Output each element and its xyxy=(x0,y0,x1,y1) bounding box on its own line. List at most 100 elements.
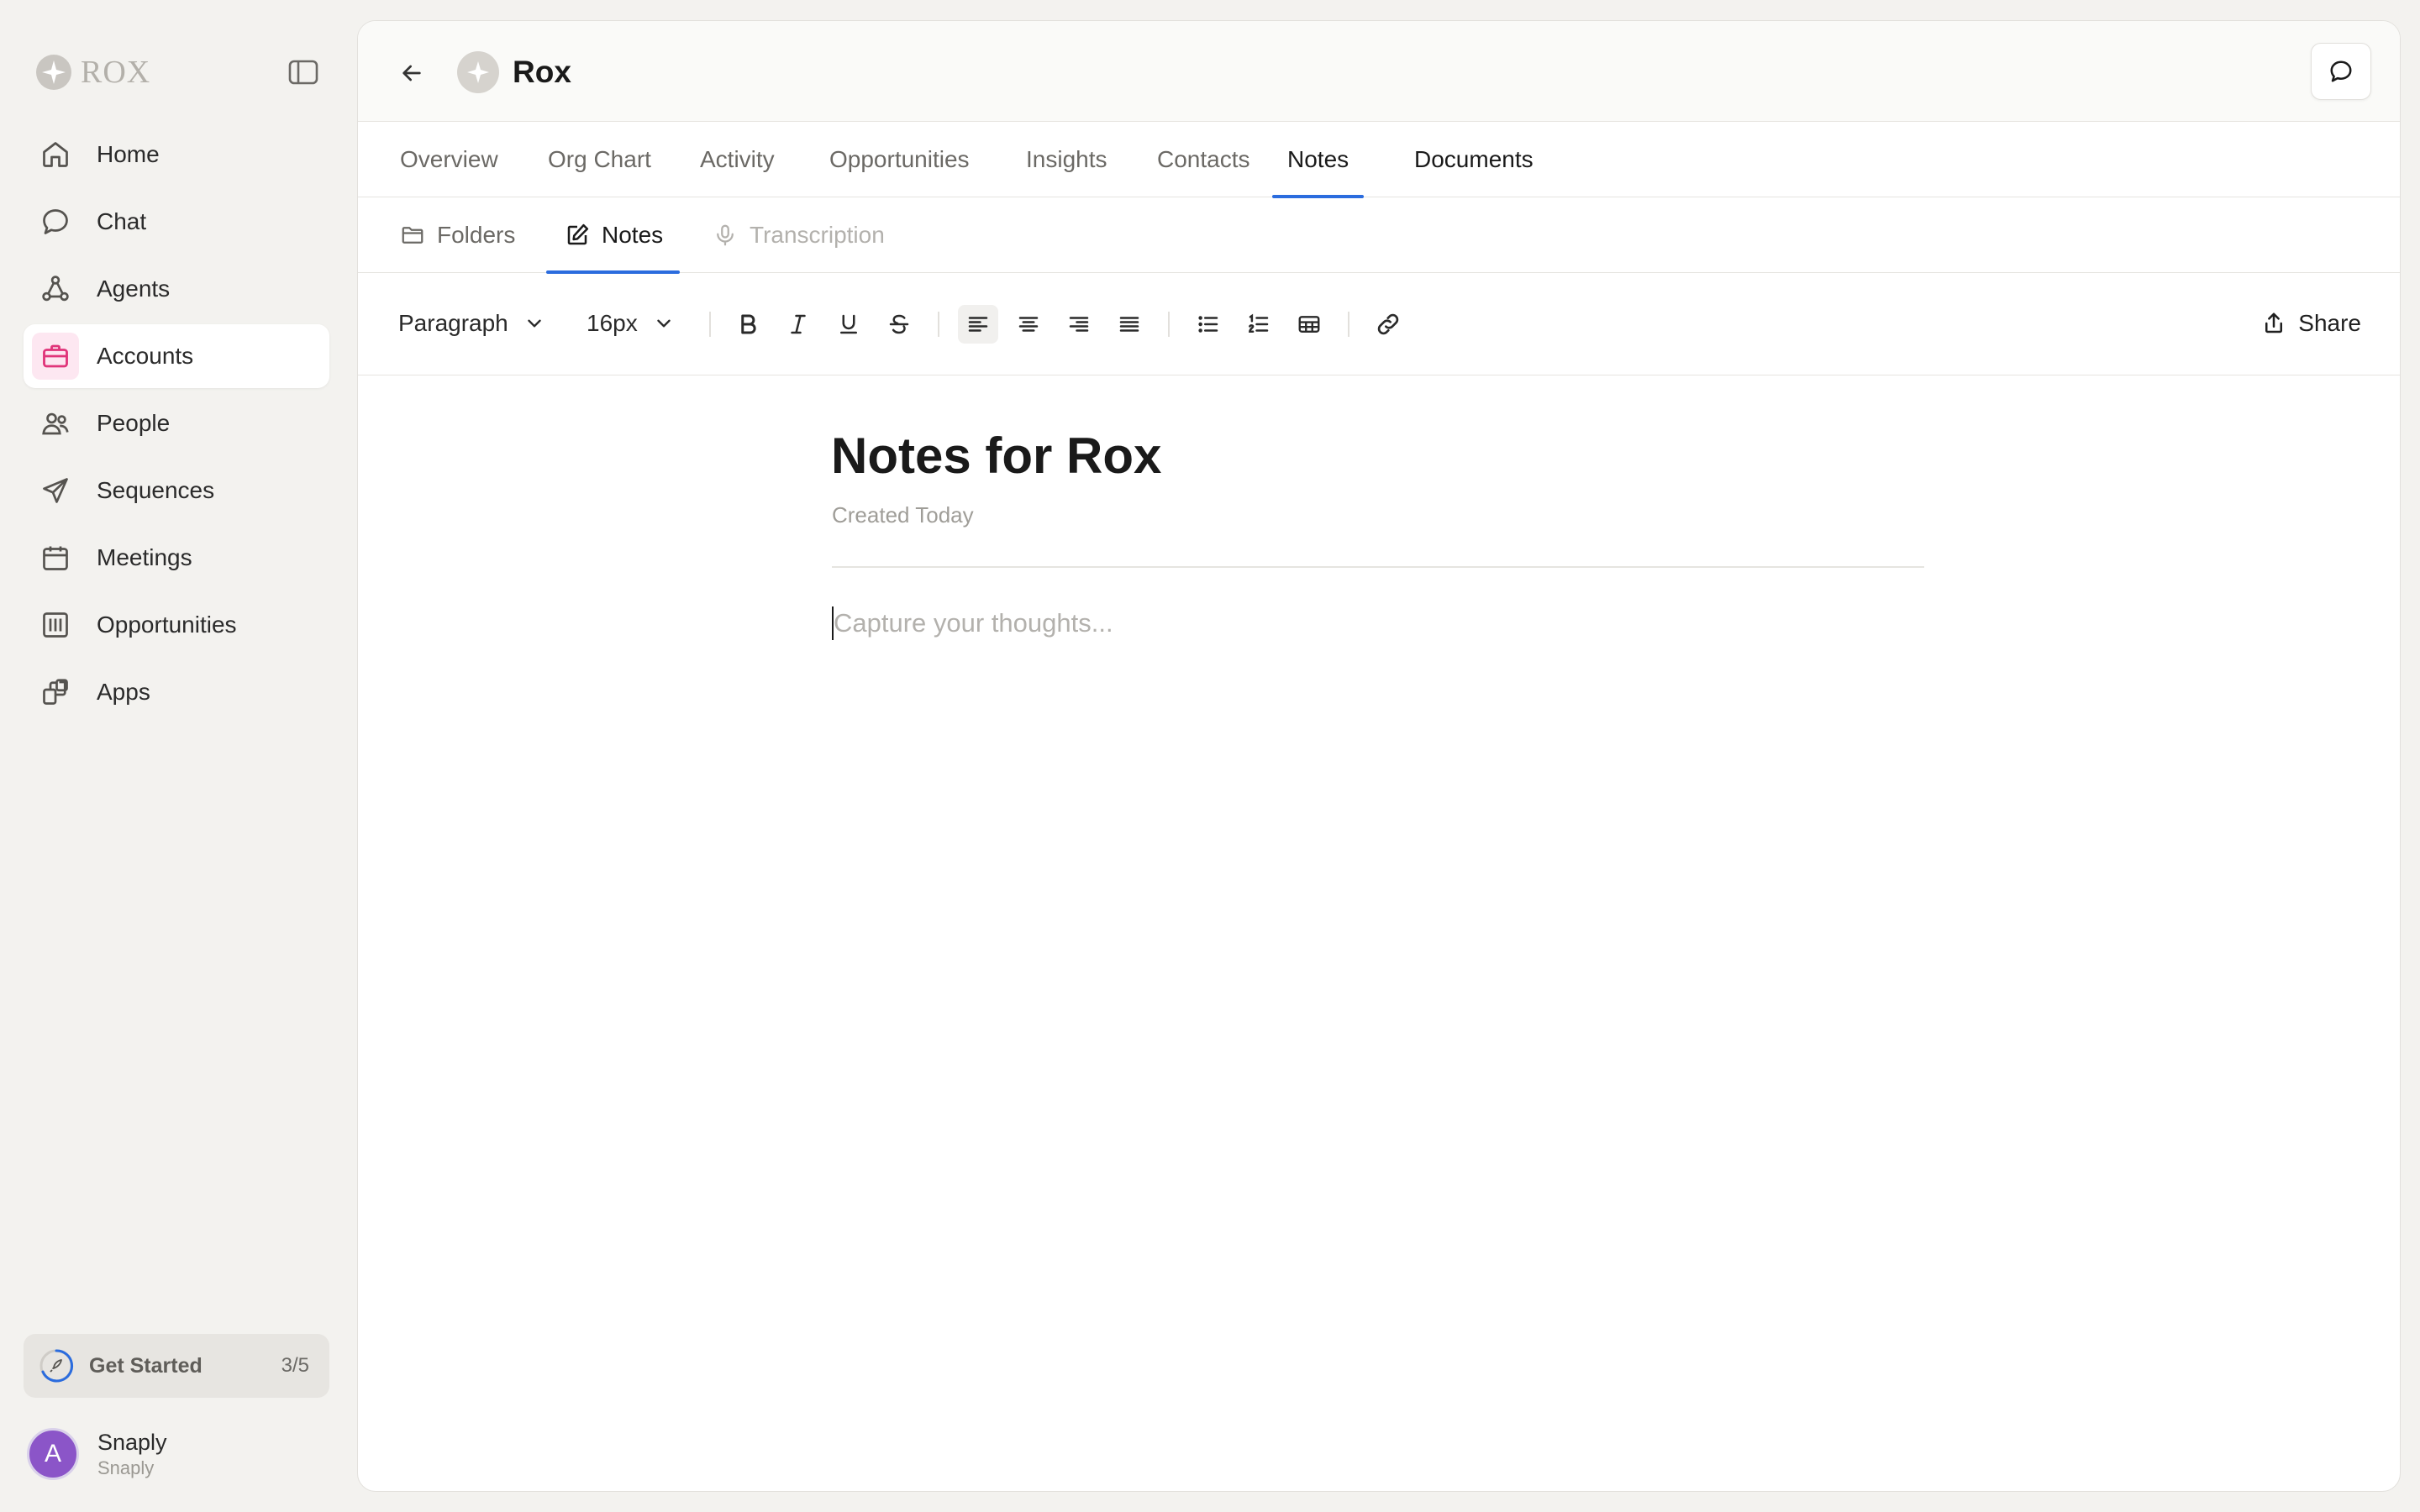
subtab-folders[interactable]: Folders xyxy=(400,197,515,273)
user-org: Snaply xyxy=(97,1457,155,1478)
table-button[interactable] xyxy=(1289,305,1329,344)
tab-activity[interactable]: Activity xyxy=(700,122,775,197)
sidebar-item-label: Home xyxy=(97,141,160,167)
font-size-value: 16px xyxy=(587,310,638,336)
tab-insights[interactable]: Insights xyxy=(1026,122,1107,197)
sidebar-item-people[interactable]: People xyxy=(24,391,329,455)
bold-icon xyxy=(735,312,760,337)
tab-org-chart[interactable]: Org Chart xyxy=(548,122,651,197)
calendar-icon xyxy=(39,541,72,575)
sidebar-item-label: Accounts xyxy=(97,343,194,369)
sidebar-toggle-icon xyxy=(288,60,318,85)
microphone-icon xyxy=(713,223,738,248)
toolbar-divider xyxy=(1348,312,1349,337)
strikethrough-button[interactable] xyxy=(879,305,919,344)
align-right-icon xyxy=(1066,312,1092,337)
tab-overview[interactable]: Overview xyxy=(400,122,498,197)
chat-bubble-icon xyxy=(2328,59,2354,84)
sidebar-item-label: Sequences xyxy=(97,477,215,503)
align-justify-button[interactable] xyxy=(1109,305,1150,344)
bold-button[interactable] xyxy=(728,305,768,344)
sidebar-item-label: Meetings xyxy=(97,544,192,570)
note-body-placeholder: Capture your thoughts... xyxy=(834,608,1113,638)
editor-toolbar: Paragraph 16px Share xyxy=(358,273,2400,375)
sidebar-item-agents[interactable]: Agents xyxy=(24,257,329,321)
back-button[interactable] xyxy=(395,56,429,90)
account-header: Rox xyxy=(358,21,2400,122)
underline-button[interactable] xyxy=(829,305,869,344)
align-center-button[interactable] xyxy=(1008,305,1049,344)
main-panel: Rox Overview Org Chart Activity Opportun… xyxy=(357,20,2401,1492)
subtab-label: Transcription xyxy=(750,222,885,248)
share-icon xyxy=(2261,311,2286,336)
comments-button[interactable] xyxy=(2311,43,2371,100)
italic-icon xyxy=(786,312,811,337)
italic-button[interactable] xyxy=(778,305,818,344)
align-right-button[interactable] xyxy=(1059,305,1099,344)
tab-documents[interactable]: Documents xyxy=(1414,122,1534,197)
table-icon xyxy=(1297,312,1322,337)
strikethrough-icon xyxy=(886,312,912,337)
rocket-progress-icon xyxy=(39,1348,74,1383)
notes-subtabs: Folders Notes Transcription xyxy=(358,197,2400,274)
rox-logo-icon xyxy=(35,54,72,91)
align-left-icon xyxy=(965,312,991,337)
toolbar-divider xyxy=(709,312,711,337)
note-body-editor[interactable]: Capture your thoughts... xyxy=(832,605,1924,642)
insert-link-button[interactable] xyxy=(1368,305,1408,344)
bullet-list-button[interactable] xyxy=(1188,305,1228,344)
subtab-label: Notes xyxy=(602,222,664,248)
tab-contacts[interactable]: Contacts xyxy=(1157,122,1250,197)
link-icon xyxy=(1375,311,1402,338)
sidebar-item-label: Agents xyxy=(97,276,171,302)
subtab-label: Folders xyxy=(437,222,516,248)
note-created-date: Created Today xyxy=(832,502,974,528)
columns-icon xyxy=(39,608,72,642)
sidebar-item-label: Apps xyxy=(97,679,150,705)
avatar: A xyxy=(27,1428,79,1480)
chevron-down-icon xyxy=(653,312,675,334)
get-started-button[interactable]: Get Started 3/5 xyxy=(24,1334,329,1398)
app-logo[interactable]: ROX xyxy=(35,52,150,92)
sidebar-toggle-button[interactable] xyxy=(286,57,321,87)
tab-notes[interactable]: Notes xyxy=(1272,122,1365,198)
sidebar-item-sequences[interactable]: Sequences xyxy=(24,459,329,522)
sidebar-item-home[interactable]: Home xyxy=(24,123,329,186)
sidebar-item-apps[interactable]: Apps xyxy=(24,660,329,724)
user-text: Snaply Snaply xyxy=(97,1430,167,1479)
agents-icon xyxy=(39,272,72,306)
apps-icon xyxy=(39,675,72,709)
share-button[interactable]: Share xyxy=(2261,305,2361,342)
subtab-notes[interactable]: Notes xyxy=(545,197,681,274)
sidebar-item-label: People xyxy=(97,410,171,436)
subtab-transcription[interactable]: Transcription xyxy=(713,197,885,273)
toolbar-divider xyxy=(938,312,939,337)
folder-icon xyxy=(400,223,425,248)
logo-text: ROX xyxy=(81,55,151,90)
sidebar-item-meetings[interactable]: Meetings xyxy=(24,526,329,590)
sidebar-item-chat[interactable]: Chat xyxy=(24,190,329,254)
numbered-list-button[interactable] xyxy=(1239,305,1279,344)
sidebar-item-accounts[interactable]: Accounts xyxy=(24,324,329,388)
align-justify-icon xyxy=(1117,312,1142,337)
note-title[interactable]: Notes for Rox xyxy=(831,427,1161,485)
font-size-select[interactable]: 16px xyxy=(587,305,675,342)
send-icon xyxy=(39,474,72,507)
numbered-list-icon xyxy=(1246,312,1271,337)
get-started-count: 3/5 xyxy=(281,1354,309,1377)
edit-note-icon xyxy=(565,223,590,248)
sidebar-nav: Home Chat Agents Accounts People Sequenc… xyxy=(24,123,329,727)
block-type-value: Paragraph xyxy=(398,310,508,336)
sidebar: ROX Home Chat Agents Accounts People Seq… xyxy=(0,0,353,1512)
chevron-down-icon xyxy=(523,312,545,334)
tab-opportunities[interactable]: Opportunities xyxy=(829,122,970,197)
block-type-select[interactable]: Paragraph xyxy=(398,305,545,342)
page-title: Rox xyxy=(513,55,571,89)
sidebar-item-opportunities[interactable]: Opportunities xyxy=(24,593,329,657)
bullet-list-icon xyxy=(1196,312,1221,337)
sidebar-item-label: Opportunities xyxy=(97,612,237,638)
underline-icon xyxy=(836,312,861,337)
user-profile[interactable]: A Snaply Snaply xyxy=(27,1428,167,1480)
arrow-left-icon xyxy=(398,60,425,87)
align-left-button[interactable] xyxy=(958,305,998,344)
